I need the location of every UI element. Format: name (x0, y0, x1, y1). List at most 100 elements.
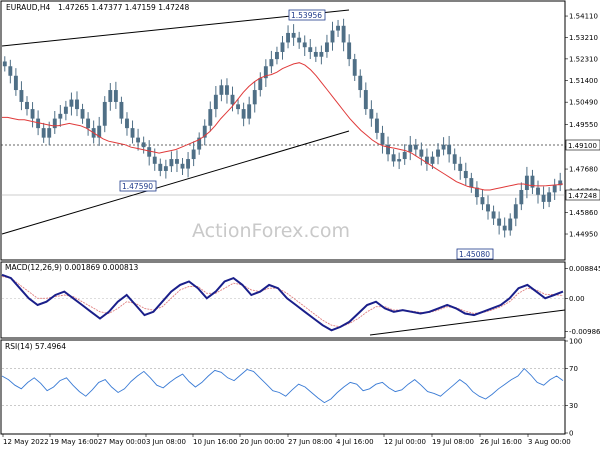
candle-body (75, 99, 79, 110)
price-tick-label: 1.49550 (569, 121, 598, 129)
rsi-tick-label: 70 (569, 365, 578, 373)
macd-tick-label: 0.008845 (569, 265, 600, 273)
candle-body (236, 104, 241, 110)
candle-body (319, 51, 324, 57)
callout-mid: 1.47590 (119, 180, 157, 192)
candle-body (275, 51, 279, 60)
x-tick-label: 4 Jul 16:00 (336, 438, 374, 446)
macd-tick-label: 0.00 (569, 295, 585, 303)
candle-body (247, 104, 252, 119)
candle-body (547, 192, 552, 202)
candle-body (30, 109, 35, 119)
candle-body (430, 156, 435, 164)
candle-body (191, 149, 196, 160)
candle-body (86, 118, 91, 129)
candle-body (441, 144, 446, 150)
candle-body (213, 94, 218, 110)
candle-body (141, 142, 146, 148)
price-header-ohlc: 1.47265 1.47377 1.47159 1.47248 (58, 3, 189, 12)
candle-body (413, 144, 418, 150)
level-price-box: 1.49100 (565, 139, 600, 151)
candle-body (502, 225, 507, 231)
candle-body (8, 66, 13, 76)
candle-body (219, 85, 224, 95)
candle-body (308, 47, 313, 52)
chart-root: ActionForex.com EURAUD,H4 1.47265 1.4737… (0, 0, 600, 450)
candle-body (513, 204, 518, 219)
candle-body (452, 154, 457, 164)
candle-body (136, 137, 141, 143)
candle-body (508, 218, 513, 231)
candle-body (152, 156, 157, 164)
candle-body (186, 159, 191, 169)
candle-body (2, 61, 7, 67)
candle-body (130, 128, 135, 138)
candle-body (419, 149, 424, 157)
candle-body (80, 109, 85, 119)
candle-body (313, 51, 318, 57)
macd-ticks: 0.008845 0.00 -0.009861 (2, 265, 600, 336)
candle-body (158, 163, 163, 171)
candle-body (19, 90, 24, 102)
candle-body (541, 194, 546, 202)
candle-body (524, 175, 529, 190)
price-tick-label: 1.54110 (569, 13, 598, 21)
x-tick-label: 27 Jun 08:00 (288, 438, 332, 446)
candle-body (47, 128, 52, 138)
price-tick-label: 1.50490 (569, 99, 598, 107)
candle-body (230, 94, 235, 105)
x-tick-label: 20 Jun 00:00 (240, 438, 284, 446)
candle-body (347, 42, 352, 60)
x-tick-label: 12 May 2022 (3, 438, 49, 446)
last-price-box: 1.47248 (565, 189, 600, 201)
candle-body (380, 132, 385, 145)
rsi-tick-label: 30 (569, 402, 578, 410)
candle-body (297, 37, 302, 43)
svg-text:1.47590: 1.47590 (122, 182, 153, 191)
price-tick-label: 1.44950 (569, 231, 598, 239)
candle-body (58, 113, 63, 119)
candle-body (241, 109, 246, 119)
candle-body (113, 90, 118, 102)
price-tick-label: 1.51400 (569, 77, 598, 85)
candle-body (397, 159, 402, 162)
candle-body (102, 101, 107, 126)
candle-body (374, 118, 379, 133)
watermark: ActionForex.com (192, 220, 350, 242)
x-tick-label: 26 Jul 16:00 (480, 438, 522, 446)
candle-body (125, 118, 129, 129)
callout-high: 1.53956 (288, 9, 326, 21)
candle-body (302, 42, 307, 48)
candle-body (436, 149, 440, 157)
candle-body (330, 30, 335, 43)
svg-text:1.45080: 1.45080 (459, 250, 490, 259)
svg-text:1.47248: 1.47248 (568, 192, 597, 200)
rsi-panel-frame (0, 339, 566, 435)
macd-line (1, 273, 564, 332)
candle-body (63, 106, 68, 114)
candle-body (363, 90, 368, 110)
candle-body (352, 59, 357, 76)
macd-panel-frame (0, 261, 566, 339)
price-ticks: 1.54110 1.53210 1.52310 1.51400 1.50490 1.495… (565, 13, 598, 239)
price-tick-label: 1.53210 (569, 34, 598, 42)
x-tick-label: 27 May 00:00 (98, 438, 146, 446)
candle-body (491, 211, 496, 219)
candle-body (402, 151, 407, 160)
lower-trendline (1, 130, 350, 235)
svg-text:1.53956: 1.53956 (291, 11, 322, 20)
candle-body (336, 25, 340, 31)
x-tick-label: 12 Jul 00:00 (384, 438, 426, 446)
candle-body (208, 109, 213, 126)
candle-body (458, 163, 463, 171)
candle-body (286, 32, 290, 43)
candle-body (447, 144, 452, 155)
rsi-line (1, 367, 564, 404)
candle-body (147, 147, 152, 157)
candle-body (536, 187, 540, 195)
candle-body (341, 25, 346, 43)
candle-body (469, 178, 474, 188)
candle-body (108, 90, 113, 102)
candle-body (13, 75, 18, 91)
x-tick-label: 3 Aug 00:00 (528, 438, 571, 446)
